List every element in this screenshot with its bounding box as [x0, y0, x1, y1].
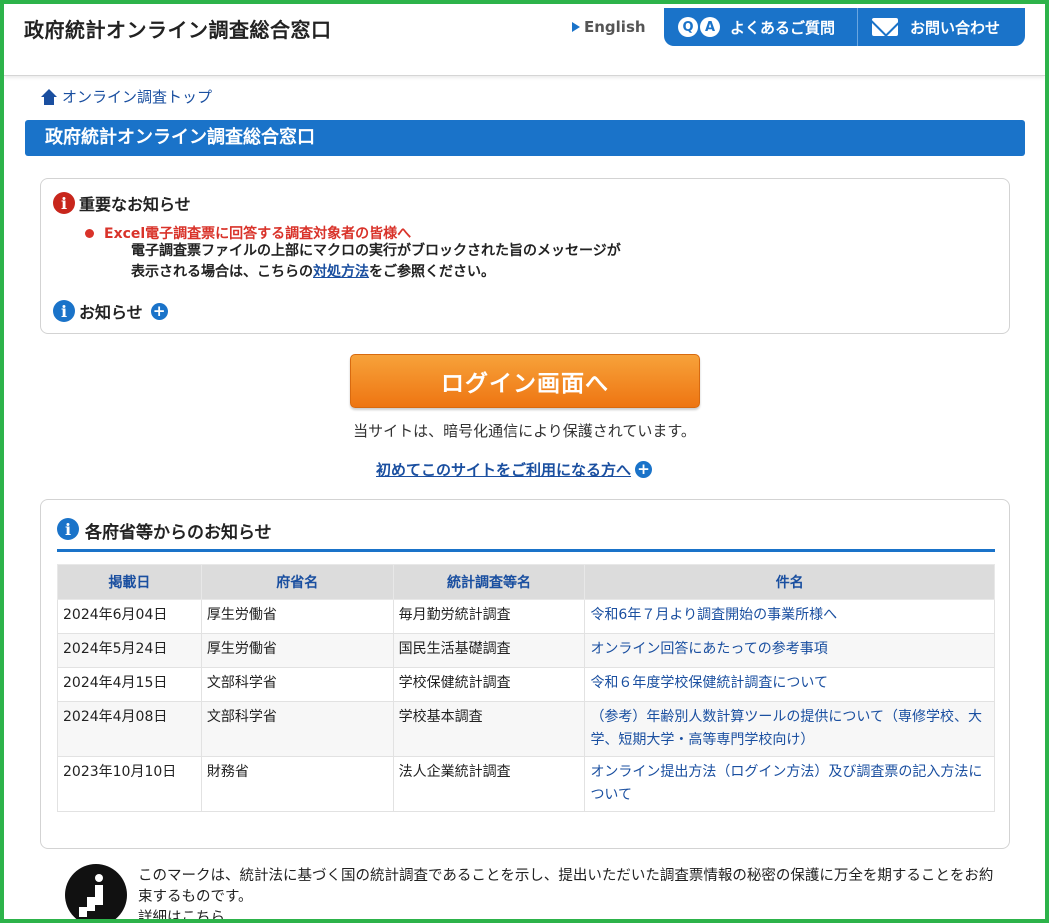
subject-link[interactable]: 令和６年度学校保健統計調査について — [584, 667, 995, 702]
workaround-link[interactable]: 対処方法 — [313, 264, 369, 280]
table-row: 2024年4月08日 文部科学省 学校基本調査 （参考）年齢別人数計算ツールの提… — [57, 701, 995, 757]
cell-ministry: 文部科学省 — [200, 667, 394, 702]
ministry-news-box: i 各府省等からのお知らせ 掲載日 府省名 統計調査等名 件名 2024年6月0… — [40, 499, 1010, 849]
column-header-date: 掲載日 — [57, 564, 202, 600]
bullet-icon — [85, 228, 94, 238]
ministry-news-title: 各府省等からのお知らせ — [85, 523, 272, 543]
important-notice-title: 重要なお知らせ — [79, 195, 191, 214]
breadcrumb-label: オンライン調査トップ — [62, 88, 213, 106]
first-time-user-link[interactable]: 初めてこのサイトをご利用になる方へ + — [376, 459, 653, 480]
triangle-right-icon — [572, 22, 580, 32]
table-row: 2024年6月04日 厚生労働省 毎月勤労統計調査 令和6年７月より調査開始の事… — [57, 599, 995, 634]
column-header-survey: 統計調査等名 — [392, 564, 586, 600]
cell-date: 2024年6月04日 — [57, 599, 202, 634]
cell-date: 2024年4月15日 — [57, 667, 202, 702]
site-title[interactable]: 政府統計オンライン調査総合窓口 — [24, 14, 332, 43]
header-nav: QA よくあるご質問 お問い合わせ — [664, 8, 1025, 46]
breadcrumb[interactable]: オンライン調査トップ — [40, 86, 212, 107]
cell-date: 2023年10月10日 — [57, 756, 202, 812]
cell-survey: 毎月勤労統計調査 — [392, 599, 586, 634]
subject-link[interactable]: 令和6年７月より調査開始の事業所様へ — [584, 599, 995, 634]
page-frame: 政府統計オンライン調査総合窓口 English QA よくあるご質問 お問い合わ… — [0, 0, 1049, 923]
info-icon: i — [57, 518, 79, 540]
qa-icon: QA — [678, 17, 720, 37]
table-header-row: 掲載日 府省名 統計調査等名 件名 — [57, 564, 995, 600]
notice-body-line2: 表示される場合は、こちらの対処方法をご参照ください。 — [131, 262, 621, 283]
english-label: English — [584, 18, 646, 36]
english-link[interactable]: English — [572, 18, 646, 36]
cell-ministry: 財務省 — [200, 756, 394, 812]
notice-body-line1: 電子調査票ファイルの上部にマクロの実行がブロックされた旨のメッセージが — [131, 243, 621, 259]
warning-icon: i — [53, 192, 75, 214]
contact-link[interactable]: お問い合わせ — [858, 8, 1000, 46]
table-row: 2023年10月10日 財務省 法人企業統計調査 オンライン提出方法（ログイン方… — [57, 756, 995, 812]
notice-item: Excel電子調査票に回答する調査対象者の皆様へ — [85, 223, 411, 243]
notice-item-title: Excel電子調査票に回答する調査対象者の皆様へ — [104, 226, 412, 242]
column-header-subject: 件名 — [584, 564, 995, 600]
notice-body-post: をご参照ください。 — [369, 264, 495, 280]
cell-survey: 学校保健統計調査 — [392, 667, 586, 702]
table-row: 2024年5月24日 厚生労働省 国民生活基礎調査 オンライン回答にあたっての参… — [57, 633, 995, 668]
contact-label: お問い合わせ — [910, 18, 1001, 37]
news-table: 掲載日 府省名 統計調査等名 件名 2024年6月04日 厚生労働省 毎月勤労統… — [57, 564, 995, 812]
faq-link[interactable]: QA よくあるご質問 — [664, 8, 858, 46]
notice-body-pre: 表示される場合は、こちらの — [131, 264, 313, 280]
header: 政府統計オンライン調査総合窓口 English QA よくあるご質問 お問い合わ… — [4, 4, 1045, 76]
cell-ministry: 厚生労働省 — [200, 599, 394, 634]
faq-label: よくあるご質問 — [730, 18, 836, 37]
plus-icon[interactable]: + — [150, 302, 168, 320]
mail-icon — [872, 18, 898, 36]
table-row: 2024年4月15日 文部科学省 学校保健統計調査 令和６年度学校保健統計調査に… — [57, 667, 995, 702]
statistics-mark-text: このマークは、統計法に基づく国の統計調査であることを示し、提出いただいた調査票情… — [138, 868, 994, 905]
cell-ministry: 厚生労働省 — [200, 633, 394, 668]
secure-connection-text: 当サイトは、暗号化通信により保護されています。 — [353, 422, 696, 440]
cell-survey: 学校基本調査 — [392, 701, 586, 757]
news-toggle-label: お知らせ — [79, 303, 143, 322]
cell-date: 2024年4月08日 — [57, 701, 202, 757]
subject-link[interactable]: （参考）年齢別人数計算ツールの提供について（専修学校、大学、短期大学・高等専門学… — [584, 701, 995, 757]
important-notice-box: i 重要なお知らせ Excel電子調査票に回答する調査対象者の皆様へ 電子調査票… — [40, 178, 1010, 334]
statistics-mark-more-link[interactable]: 詳細はこちら — [138, 908, 998, 919]
home-icon — [40, 88, 58, 105]
subject-link[interactable]: オンライン提出方法（ログイン方法）及び調査票の記入方法について — [584, 756, 995, 812]
important-notice-heading: i 重要なお知らせ — [53, 191, 191, 215]
info-icon: i — [53, 300, 75, 322]
ministry-news-heading: i 各府省等からのお知らせ — [57, 518, 995, 552]
notice-body: 電子調査票ファイルの上部にマクロの実行がブロックされた旨のメッセージが 表示され… — [131, 241, 621, 283]
plus-icon[interactable]: + — [635, 461, 653, 478]
cell-survey: 法人企業統計調査 — [392, 756, 586, 812]
cell-ministry: 文部科学省 — [200, 701, 394, 757]
statistics-mark-description: このマークは、統計法に基づく国の統計調査であることを示し、提出いただいた調査票情… — [138, 866, 998, 919]
cell-date: 2024年5月24日 — [57, 633, 202, 668]
news-toggle[interactable]: i お知らせ + — [53, 299, 168, 323]
login-button[interactable]: ログイン画面へ — [350, 354, 700, 408]
page-title: 政府統計オンライン調査総合窓口 — [25, 120, 1025, 156]
column-header-ministry: 府省名 — [200, 564, 394, 600]
cell-survey: 国民生活基礎調査 — [392, 633, 586, 668]
statistics-mark-logo — [65, 864, 127, 919]
subject-link[interactable]: オンライン回答にあたっての参考事項 — [584, 633, 995, 668]
first-time-user-label: 初めてこのサイトをご利用になる方へ — [376, 461, 632, 479]
